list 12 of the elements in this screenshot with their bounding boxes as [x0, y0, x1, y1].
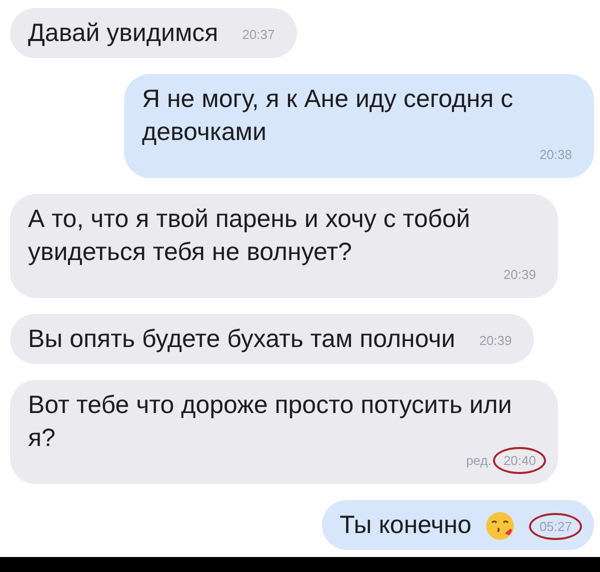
message-time: 20:40	[493, 447, 546, 474]
message-text: Я не могу, я к Ане иду сегодня с девочками	[142, 84, 514, 148]
message-time: 20:38	[538, 146, 573, 164]
message-text: Вы опять будете бухать там полночи	[28, 324, 456, 355]
message-text: Ты конечно	[340, 510, 472, 541]
message-text: Давай увидимся	[28, 18, 218, 49]
message-time: 20:37	[241, 26, 276, 44]
message-text: А то, что я твой парень и хочу с тобой увидеться тебя не волнует?	[28, 204, 472, 268]
message-time: 20:39	[478, 332, 513, 350]
message-time: 20:39	[502, 266, 537, 284]
edited-label: ред.	[466, 453, 492, 468]
message-time: 05:27	[529, 513, 582, 540]
